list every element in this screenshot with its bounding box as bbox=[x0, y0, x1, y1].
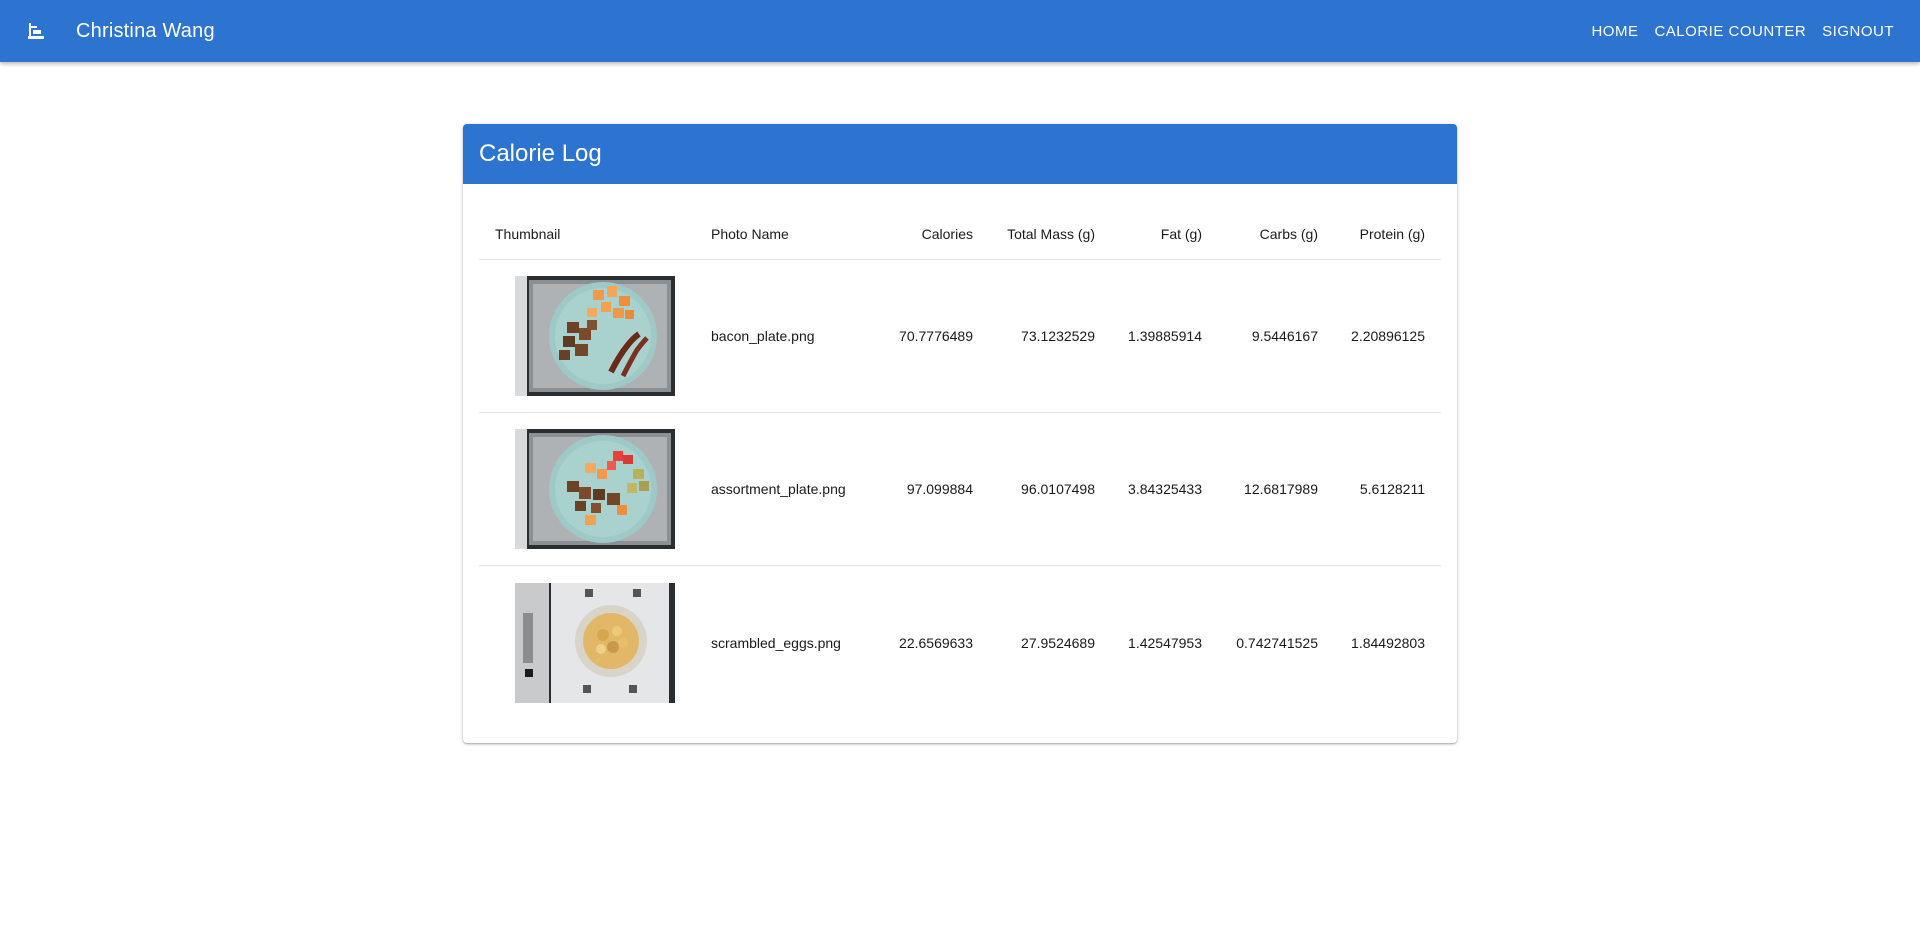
column-header-total-mass[interactable]: Total Mass (g) bbox=[973, 226, 1095, 242]
thumbnail-cell bbox=[479, 276, 711, 396]
total-mass-value: 73.1232529 bbox=[1021, 328, 1095, 344]
fat-value: 1.42547953 bbox=[1128, 634, 1202, 651]
column-header-fat[interactable]: Fat (g) bbox=[1095, 226, 1202, 242]
table-header-row: Thumbnail Photo Name Calories Total Mass… bbox=[479, 208, 1441, 260]
nav-home[interactable]: HOME bbox=[1583, 17, 1646, 46]
scale-icon[interactable] bbox=[24, 19, 48, 43]
photo-name: assortment_plate.png bbox=[711, 481, 846, 497]
card-header: Calorie Log bbox=[463, 124, 1457, 184]
fat-value: 1.39885914 bbox=[1128, 328, 1202, 344]
column-header-thumbnail[interactable]: Thumbnail bbox=[479, 226, 711, 242]
top-nav: HOME CALORIE COUNTER SIGNOUT bbox=[1583, 0, 1902, 62]
card-title: Calorie Log bbox=[479, 140, 602, 167]
table-row[interactable]: bacon_plate.png 70.7776489 73.1232529 1.… bbox=[479, 260, 1441, 413]
thumbnail-cell bbox=[479, 582, 711, 703]
nav-signout[interactable]: SIGNOUT bbox=[1814, 17, 1902, 46]
protein-value: 5.6128211 bbox=[1359, 481, 1425, 497]
nav-calorie-counter[interactable]: CALORIE COUNTER bbox=[1646, 17, 1814, 46]
table-row[interactable]: assortment_plate.png 97.099884 96.010749… bbox=[479, 413, 1441, 566]
carbs-value: 9.5446167 bbox=[1251, 328, 1318, 344]
calorie-log-card: Calorie Log Thumbnail Photo Name Calorie… bbox=[463, 124, 1457, 743]
app-title: Christina Wang bbox=[76, 19, 215, 42]
total-mass-value: 96.0107498 bbox=[1021, 481, 1095, 497]
carbs-value: 12.6817989 bbox=[1244, 481, 1318, 497]
calories-value: 97.099884 bbox=[906, 481, 973, 497]
thumbnail-cell bbox=[479, 429, 711, 549]
table-row[interactable]: scrambled_eggs.png 22.6569633 27.9524689… bbox=[479, 566, 1441, 719]
calorie-log-table: Thumbnail Photo Name Calories Total Mass… bbox=[479, 208, 1441, 719]
assortment-plate-thumbnail[interactable] bbox=[515, 429, 675, 549]
app-bar: Christina Wang HOME CALORIE COUNTER SIGN… bbox=[0, 0, 1920, 62]
calories-value: 22.6569633 bbox=[899, 634, 973, 651]
protein-value: 2.20896125 bbox=[1351, 328, 1425, 344]
photo-name: bacon_plate.png bbox=[711, 328, 815, 344]
photo-name: scrambled_eggs.png bbox=[711, 634, 841, 651]
carbs-value: 0.742741525 bbox=[1236, 634, 1318, 651]
bacon-plate-thumbnail[interactable] bbox=[515, 276, 675, 396]
column-header-protein[interactable]: Protein (g) bbox=[1318, 226, 1425, 242]
protein-value: 1.84492803 bbox=[1351, 634, 1425, 651]
fat-value: 3.84325433 bbox=[1128, 481, 1202, 497]
scrambled-eggs-thumbnail[interactable] bbox=[515, 582, 675, 703]
column-header-carbs[interactable]: Carbs (g) bbox=[1202, 226, 1318, 242]
calories-value: 70.7776489 bbox=[899, 328, 973, 344]
column-header-calories[interactable]: Calories bbox=[871, 226, 973, 242]
column-header-photo-name[interactable]: Photo Name bbox=[711, 226, 871, 242]
total-mass-value: 27.9524689 bbox=[1021, 634, 1095, 651]
